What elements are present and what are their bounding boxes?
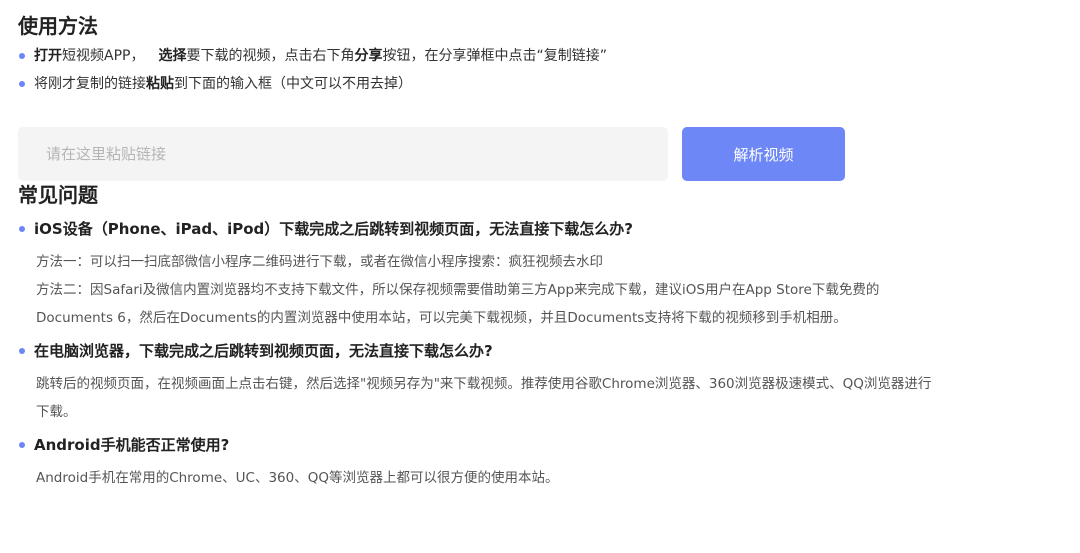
link-input[interactable]: [18, 127, 668, 181]
faq-question-text: Android手机能否正常使用?: [34, 436, 230, 454]
usage-step-1-bold-share: 分享: [354, 48, 383, 64]
usage-step-2-text-2: 到下面的输入框（中文可以不用去掉）: [174, 76, 412, 92]
faq-answer: 跳转后的视频页面，在视频画面上点击右键，然后选择"视频另存为"来下载视频。推荐使…: [18, 370, 996, 426]
usage-step-1-text-3: 按钮，在分享弹框中点击“复制链接”: [382, 48, 607, 64]
faq-question-text: 在电脑浏览器，下载完成之后跳转到视频页面，无法直接下载怎么办?: [34, 342, 493, 360]
bullet-dot: [19, 442, 25, 448]
page: 使用方法 打开短视频APP， 选择要下载的视频，点击右下角分享按钮，在分享弹框中点…: [0, 0, 1080, 553]
usage-step-2-bold-paste: 粘贴: [146, 76, 174, 92]
faq-answer-line: Documents 6，然后在Documents的内置浏览器中使用本站，可以完美…: [36, 310, 847, 326]
faq-title: 常见问题: [18, 183, 98, 207]
usage-list: 打开短视频APP， 选择要下载的视频，点击右下角分享按钮，在分享弹框中点击“复制链…: [18, 42, 1080, 98]
faq-answer-line: 方法一：可以扫一扫底部微信小程序二维码进行下载，或者在微信小程序搜索：疯狂视频去…: [36, 254, 603, 270]
usage-step-1-bold-select: 选择: [158, 48, 187, 64]
faq-answer-line: 跳转后的视频页面，在视频画面上点击右键，然后选择"视频另存为"来下载视频。推荐使…: [36, 376, 932, 392]
usage-step-1-text-1: 短视频APP，: [62, 48, 145, 64]
faq-item: iOS设备（Phone、iPad、iPod）下载完成之后跳转到视频页面，无法直接…: [18, 216, 1080, 332]
parse-video-button[interactable]: 解析视频: [682, 127, 845, 181]
bullet-dot: [19, 226, 25, 232]
parse-form: 解析视频: [18, 127, 1080, 181]
faq-question-text: iOS设备（Phone、iPad、iPod）下载完成之后跳转到视频页面，无法直接…: [34, 220, 633, 238]
usage-title: 使用方法: [18, 14, 98, 38]
faq-answer-line: 下载。: [36, 404, 77, 420]
usage-step-2-text-1: 将刚才复制的链接: [34, 76, 146, 92]
bullet-dot: [19, 348, 25, 354]
faq-answer-line: Android手机在常用的Chrome、UC、360、QQ等浏览器上都可以很方便…: [36, 470, 559, 486]
faq-item: Android手机能否正常使用? Android手机在常用的Chrome、UC、…: [18, 432, 1080, 492]
faq-answer: 方法一：可以扫一扫底部微信小程序二维码进行下载，或者在微信小程序搜索：疯狂视频去…: [18, 248, 996, 332]
usage-step-2: 将刚才复制的链接粘贴到下面的输入框（中文可以不用去掉）: [18, 70, 1080, 98]
faq-item: 在电脑浏览器，下载完成之后跳转到视频页面，无法直接下载怎么办? 跳转后的视频页面…: [18, 338, 1080, 426]
faq-question: 在电脑浏览器，下载完成之后跳转到视频页面，无法直接下载怎么办?: [18, 338, 1080, 364]
usage-step-1-bold-open: 打开: [34, 48, 62, 64]
faq-answer: Android手机在常用的Chrome、UC、360、QQ等浏览器上都可以很方便…: [18, 464, 996, 492]
faq-question: iOS设备（Phone、iPad、iPod）下载完成之后跳转到视频页面，无法直接…: [18, 216, 1080, 242]
usage-step-1-text-2: 要下载的视频，点击右下角: [186, 48, 355, 64]
bullet-dot: [19, 53, 25, 59]
faq-question: Android手机能否正常使用?: [18, 432, 1080, 458]
usage-step-1: 打开短视频APP， 选择要下载的视频，点击右下角分享按钮，在分享弹框中点击“复制链…: [18, 42, 1080, 70]
bullet-dot: [19, 81, 25, 87]
faq-answer-line: 方法二：因Safari及微信内置浏览器均不支持下载文件，所以保存视频需要借助第三…: [36, 282, 880, 298]
